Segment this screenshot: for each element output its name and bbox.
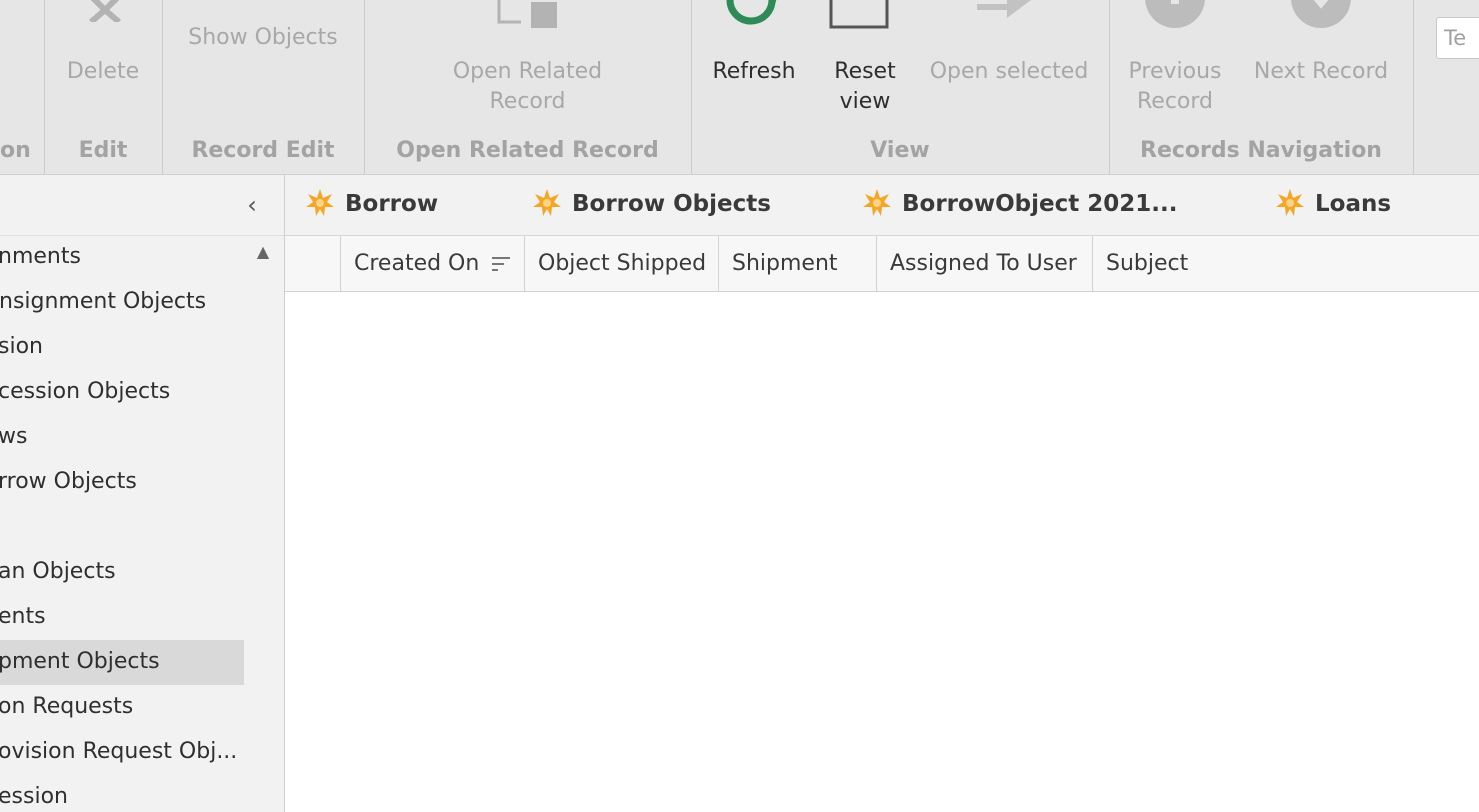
open-related-record-label-line1: Open Related xyxy=(452,59,603,84)
sidebar-item-label: nsignment Objects xyxy=(0,289,207,314)
show-objects-button[interactable]: Show Objects xyxy=(163,23,363,53)
sidebar-item[interactable]: ovision Request Obj... xyxy=(0,730,244,775)
show-objects-label: Show Objects xyxy=(188,25,338,50)
next-record-label: Next Record xyxy=(1253,59,1389,84)
scroll-up-arrow-icon[interactable]: ▲ xyxy=(252,241,274,263)
star-icon xyxy=(1276,189,1304,216)
tab-label: Borrow Objects xyxy=(572,191,771,217)
previous-record-icon xyxy=(1145,0,1205,28)
sidebar-item[interactable] xyxy=(0,505,244,550)
previous-record-label-line1: Previous xyxy=(1128,59,1222,84)
delete-label: Delete xyxy=(66,59,140,84)
sidebar-item-label: rrow Objects xyxy=(0,469,137,494)
reset-view-icon xyxy=(829,0,889,29)
group-label-record-edit: Record Edit xyxy=(191,138,335,163)
next-record-button[interactable]: Next Record xyxy=(1246,57,1396,87)
sidebar-item[interactable]: ents xyxy=(0,595,244,640)
sidebar-item-label: cession Objects xyxy=(0,379,171,404)
column-header-assigned-to-user[interactable]: Assigned To User xyxy=(877,236,1093,291)
records-navigation-group: Previous Record Next Record Records Navi… xyxy=(1110,0,1412,174)
sidebar-item[interactable]: sion xyxy=(0,325,244,370)
group-label-view: View xyxy=(870,138,930,163)
column-header-object-shipped[interactable]: Object Shipped xyxy=(525,236,719,291)
sidebar-item-label: ovision Request Obj... xyxy=(0,739,238,764)
sidebar-item-selected[interactable]: pment Objects xyxy=(0,640,244,685)
sidebar-item-label: pment Objects xyxy=(0,649,160,674)
group-label-open-related-record: Open Related Record xyxy=(396,138,659,163)
refresh-icon xyxy=(726,0,777,25)
group-label-partial: on xyxy=(0,138,31,163)
sidebar-item-label: ession xyxy=(0,784,68,809)
collapse-sidebar-button[interactable]: ‹ xyxy=(238,189,266,221)
ribbon-toolbar: on Delete Edit Show Objects Record Edit … xyxy=(0,0,1479,175)
open-related-record-button[interactable]: Open Related Record xyxy=(365,57,690,117)
column-header-shipment[interactable]: Shipment xyxy=(719,236,877,291)
previous-record-label-line2: Record xyxy=(1136,89,1213,114)
tab-label: Borrow xyxy=(345,191,439,217)
record-edit-group: Show Objects Record Edit xyxy=(163,0,363,174)
refresh-button[interactable]: Refresh xyxy=(702,57,806,87)
close-x-icon xyxy=(89,0,121,22)
refresh-label: Refresh xyxy=(712,59,796,84)
reset-view-label-line1: Reset xyxy=(834,59,896,84)
chevron-left-icon: ‹ xyxy=(247,191,257,219)
sidebar-nav-list: nments nsignment Objects sion cession Ob… xyxy=(0,235,244,812)
navigation-sidebar: ‹ ▲ nments nsignment Objects sion cessio… xyxy=(0,175,285,812)
group-label-edit: Edit xyxy=(78,138,128,163)
column-header-indicator[interactable] xyxy=(285,236,341,291)
reset-view-label-line2: view xyxy=(839,89,891,114)
sidebar-item[interactable]: ws xyxy=(0,415,244,460)
sidebar-item-label: nments xyxy=(0,244,81,269)
open-related-record-group: Open Related Record Open Related Record xyxy=(365,0,690,174)
open-selected-label: Open selected xyxy=(929,59,1089,84)
view-group: Refresh Reset view Open selected View xyxy=(692,0,1108,174)
column-header-label: Subject xyxy=(1106,251,1189,276)
sidebar-item[interactable]: cession Objects xyxy=(0,370,244,415)
search-input[interactable]: Te xyxy=(1436,17,1479,59)
star-icon xyxy=(306,189,334,216)
sidebar-item-label: ws xyxy=(0,424,28,449)
sort-icon xyxy=(492,257,510,271)
sidebar-item[interactable]: on Requests xyxy=(0,685,244,730)
column-header-subject[interactable]: Subject xyxy=(1093,236,1479,291)
sidebar-item-label: sion xyxy=(0,334,43,359)
group-label-records-navigation: Records Navigation xyxy=(1140,138,1382,163)
column-header-created-on[interactable]: Created On xyxy=(341,236,525,291)
sidebar-item[interactable]: nsignment Objects xyxy=(0,280,244,325)
next-record-icon xyxy=(1291,0,1351,28)
sidebar-header: ‹ xyxy=(0,175,284,236)
sidebar-item-label: on Requests xyxy=(0,694,134,719)
search-input-text: Te xyxy=(1444,26,1467,50)
arrow-right-icon xyxy=(977,0,1031,18)
document-tab-bar: Borrow Borrow Objects BorrowObject 2021.… xyxy=(285,175,1479,236)
edit-group: Delete Edit xyxy=(45,0,161,174)
sidebar-item[interactable]: nments xyxy=(0,235,244,280)
column-header-label: Object Shipped xyxy=(538,251,707,276)
tab-label: Loans xyxy=(1315,191,1392,217)
star-icon xyxy=(863,189,891,216)
grid-body-empty[interactable] xyxy=(285,292,1479,812)
star-icon xyxy=(533,189,561,216)
sidebar-item-label: ents xyxy=(0,604,46,629)
group-separator xyxy=(1413,0,1414,174)
delete-button[interactable]: Delete xyxy=(45,57,161,87)
open-related-record-label-line2: Record xyxy=(489,89,566,114)
column-header-label: Assigned To User xyxy=(890,251,1077,276)
previous-record-button[interactable]: Previous Record xyxy=(1118,57,1232,117)
reset-view-button[interactable]: Reset view xyxy=(820,57,910,117)
tab-label: BorrowObject 2021... xyxy=(902,191,1178,217)
sidebar-item[interactable]: ession xyxy=(0,775,244,812)
sidebar-item-label: an Objects xyxy=(0,559,116,584)
open-selected-button[interactable]: Open selected xyxy=(924,57,1094,87)
document-link-icon xyxy=(497,0,557,28)
grid-column-header: Created On Object Shipped Shipment Assig… xyxy=(285,236,1479,292)
column-header-label: Created On xyxy=(354,251,480,276)
sidebar-item[interactable]: rrow Objects xyxy=(0,460,244,505)
sidebar-item[interactable]: an Objects xyxy=(0,550,244,595)
column-header-label: Shipment xyxy=(732,251,838,276)
